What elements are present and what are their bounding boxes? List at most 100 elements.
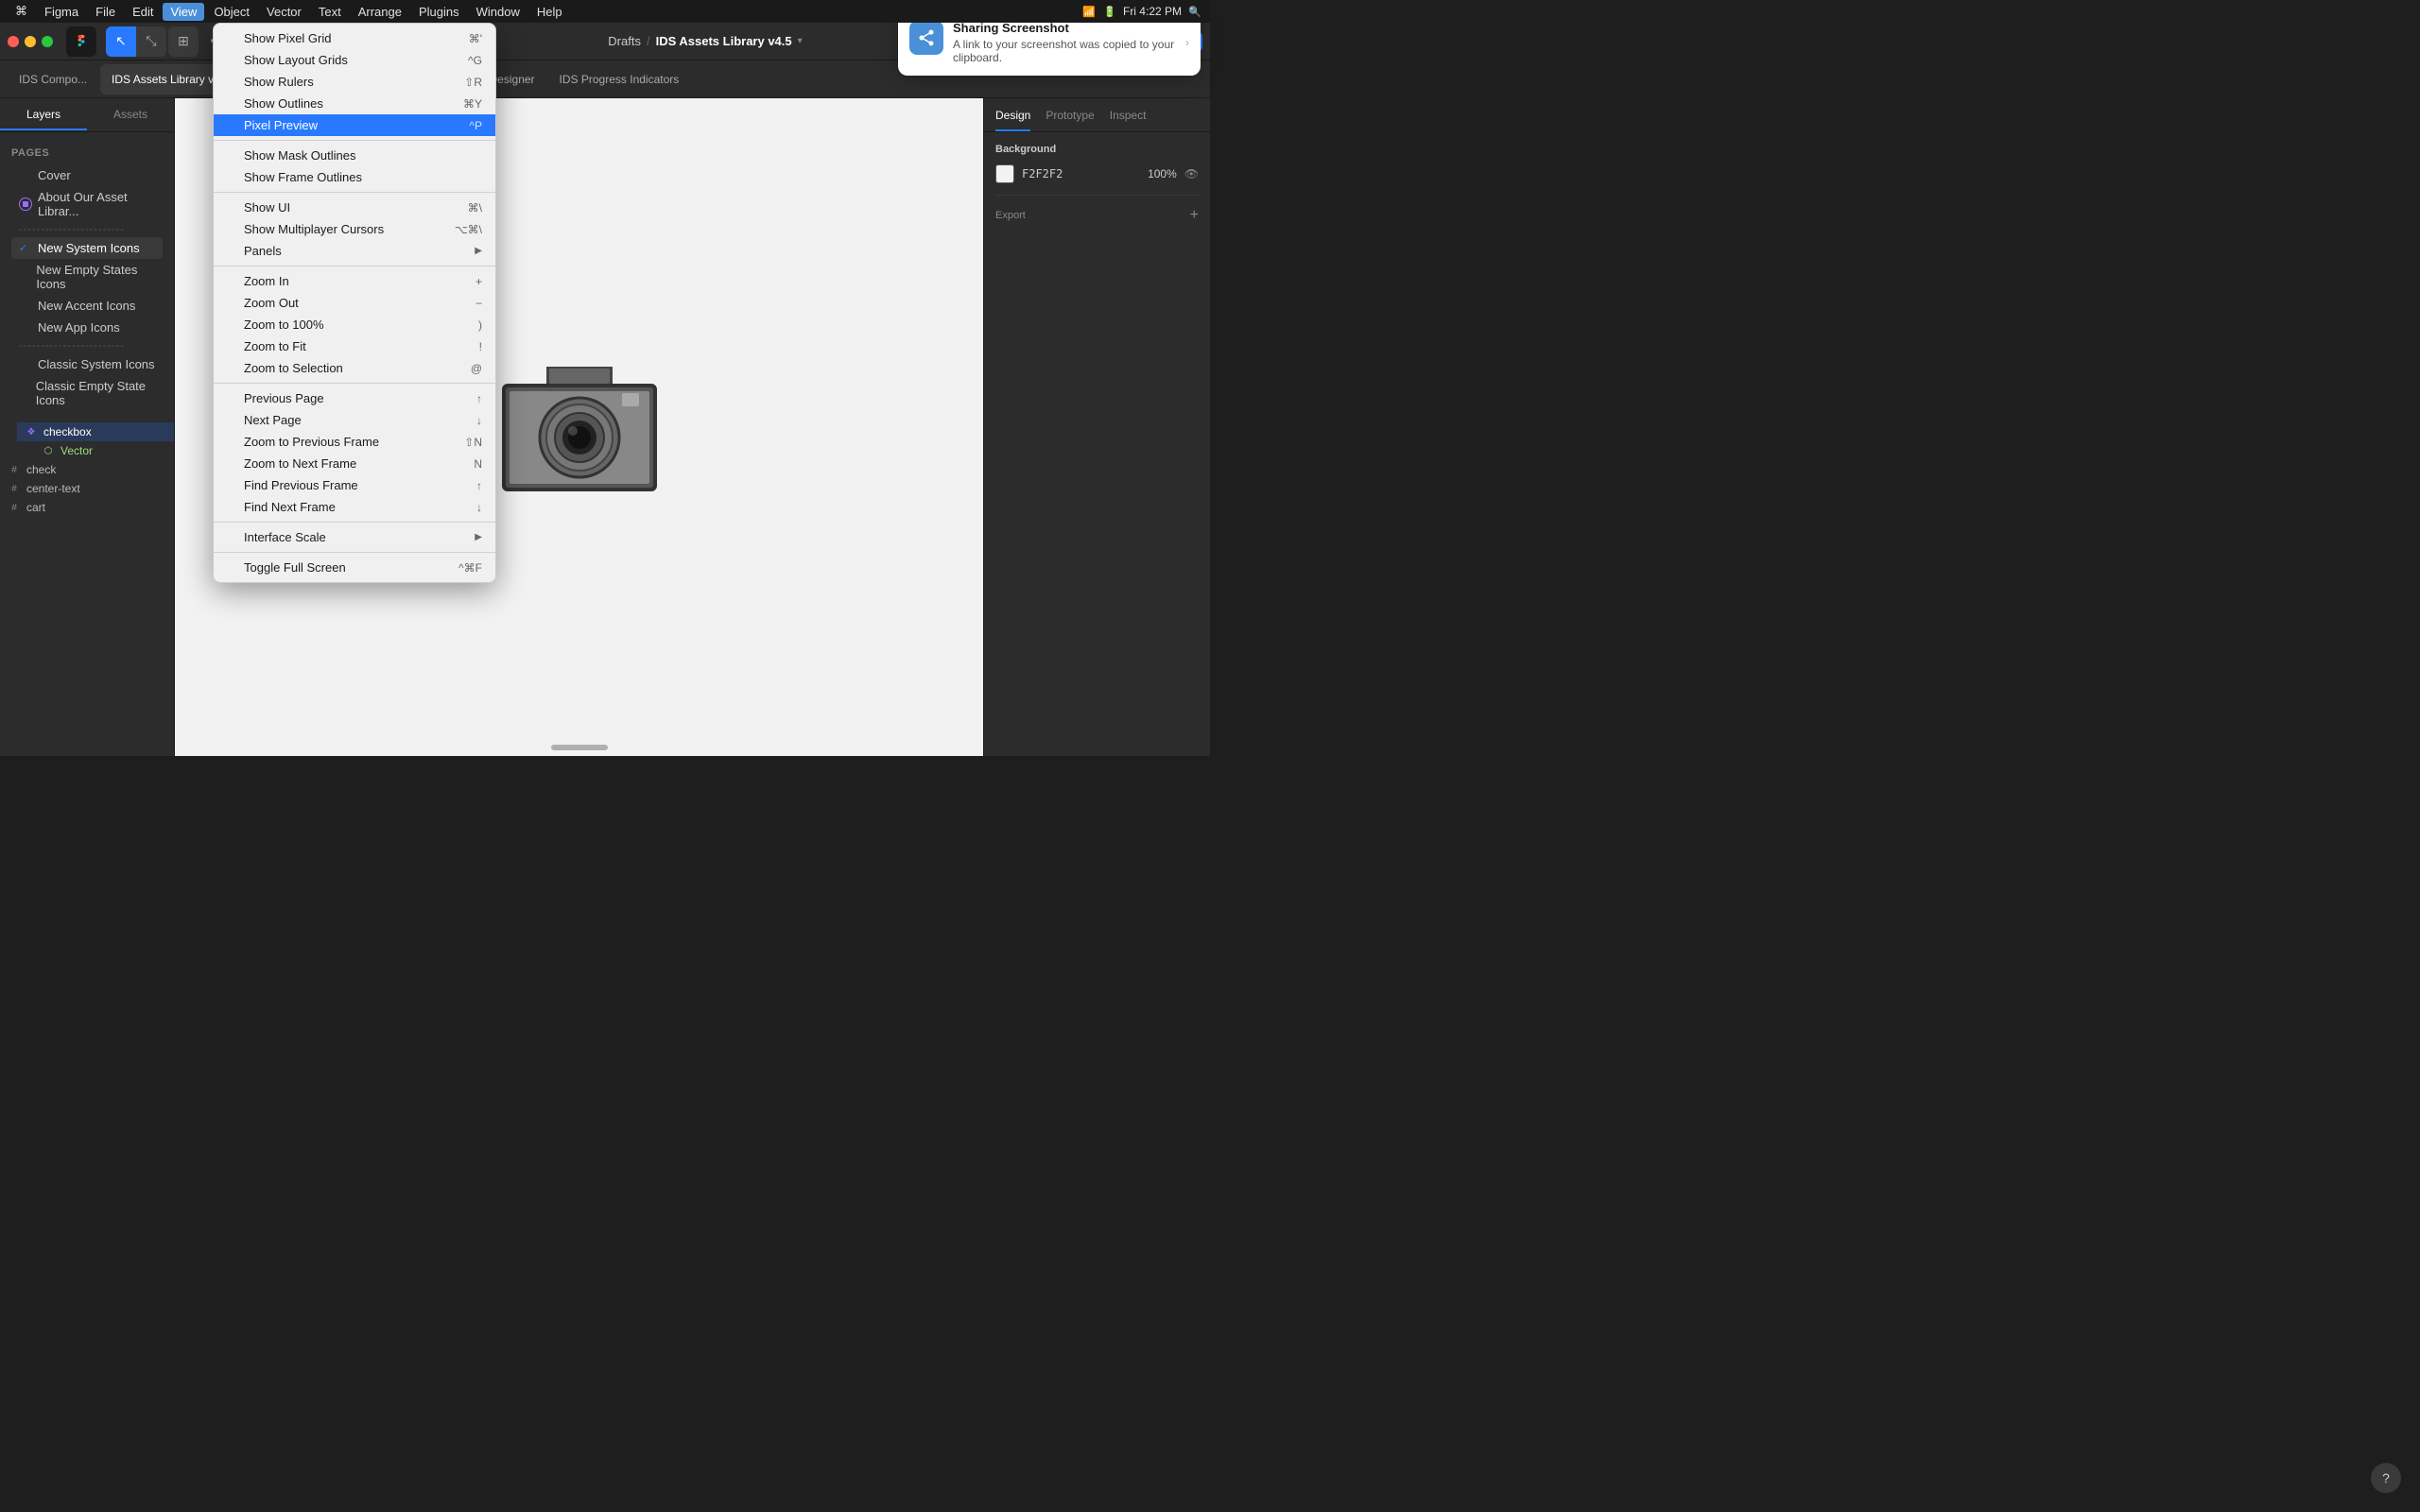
tab-ids-progress[interactable]: IDS Progress Indicators (548, 64, 691, 94)
menu-shortcut-zoom-next-frame: N (474, 457, 482, 471)
menu-section-grid: Show Pixel Grid ⌘' Show Layout Grids ^G … (214, 24, 495, 141)
layers-section: ❖ checkbox ⬡ Vector # check # center-tex… (0, 422, 174, 517)
menu-section-interface: Interface Scale ▶ (214, 523, 495, 553)
right-panel: Design Prototype Inspect Background F2F2… (983, 98, 1210, 756)
menu-object[interactable]: Object (206, 3, 257, 21)
page-app-icons[interactable]: New App Icons (11, 317, 163, 338)
menu-show-multiplayer-cursors[interactable]: Show Multiplayer Cursors ⌥⌘\ (214, 218, 495, 240)
menu-text[interactable]: Text (311, 3, 349, 21)
menu-zoom-next-frame[interactable]: Zoom to Next Frame N (214, 453, 495, 474)
menu-label-zoom-out: Zoom Out (244, 296, 472, 310)
layer-check[interactable]: # check (0, 460, 174, 479)
menu-help[interactable]: Help (529, 3, 570, 21)
page-classic-empty[interactable]: Classic Empty State Icons (11, 375, 163, 411)
menu-zoom-selection[interactable]: Zoom to Selection @ (214, 357, 495, 379)
menu-find-next-frame[interactable]: Find Next Frame ↓ (214, 496, 495, 518)
figma-logo-button[interactable] (66, 26, 96, 57)
canvas-scrollbar-horizontal[interactable] (551, 745, 608, 750)
background-row: F2F2F2 100% 👁 (995, 164, 1199, 183)
visibility-toggle-icon[interactable]: 👁 (1184, 167, 1199, 180)
pages-label: Pages (11, 147, 163, 159)
right-tab-design[interactable]: Design (995, 109, 1030, 131)
menu-shortcut-find-prev-frame: ↑ (476, 479, 482, 492)
breadcrumb-drafts: Drafts (608, 34, 641, 48)
menu-edit[interactable]: Edit (125, 3, 161, 21)
toast-icon (909, 21, 943, 55)
scale-tool-button[interactable]: ⤡ (136, 26, 166, 57)
menu-zoom-in[interactable]: Zoom In + (214, 270, 495, 292)
page-label-cover: Cover (38, 168, 71, 182)
menu-label-find-prev-frame: Find Previous Frame (244, 478, 473, 492)
breadcrumb-separator: / (647, 34, 650, 48)
menu-zoom-prev-frame[interactable]: Zoom to Previous Frame ⇧N (214, 431, 495, 453)
menu-find-prev-frame[interactable]: Find Previous Frame ↑ (214, 474, 495, 496)
layer-center-text[interactable]: # center-text (0, 479, 174, 498)
breadcrumb-chevron-icon[interactable]: ▾ (798, 36, 803, 46)
page-classic-system[interactable]: Classic System Icons (11, 353, 163, 375)
background-color-swatch[interactable] (995, 164, 1014, 183)
menu-pixel-preview[interactable]: Pixel Preview ^P (214, 114, 495, 136)
page-accent-icons[interactable]: New Accent Icons (11, 295, 163, 317)
window-close-button[interactable] (8, 36, 19, 47)
menu-view[interactable]: View (163, 3, 204, 21)
right-tab-inspect[interactable]: Inspect (1110, 109, 1147, 131)
menu-file[interactable]: File (88, 3, 123, 21)
menu-show-pixel-grid[interactable]: Show Pixel Grid ⌘' (214, 27, 495, 49)
page-empty-states[interactable]: New Empty States Icons (11, 259, 163, 295)
page-cover[interactable]: Cover (11, 164, 163, 186)
tab-layers[interactable]: Layers (0, 100, 87, 130)
layer-checkbox[interactable]: ❖ checkbox (17, 422, 174, 441)
menu-next-page[interactable]: Next Page ↓ (214, 409, 495, 431)
menu-label-zoom-fit: Zoom to Fit (244, 339, 475, 353)
menu-label-find-next-frame: Find Next Frame (244, 500, 473, 514)
layer-vector[interactable]: ⬡ Vector (34, 441, 174, 460)
menu-show-ui[interactable]: Show UI ⌘\ (214, 197, 495, 218)
menu-panels[interactable]: Panels ▶ (214, 240, 495, 262)
export-add-button[interactable]: + (1190, 207, 1199, 224)
menu-zoom-fit[interactable]: Zoom to Fit ! (214, 335, 495, 357)
menu-bar-left: ⌘ Figma File Edit View Object Vector Tex… (8, 3, 570, 21)
menu-label-show-ui: Show UI (244, 200, 464, 215)
toast-chevron-icon: › (1185, 36, 1189, 49)
search-menubar-icon[interactable]: 🔍 (1187, 4, 1202, 19)
menu-shortcut-find-next-frame: ↓ (476, 501, 482, 514)
menu-show-rulers[interactable]: Show Rulers ⇧R (214, 71, 495, 93)
menu-arrange[interactable]: Arrange (351, 3, 409, 21)
page-label-new-system-icons: New System Icons (38, 241, 140, 255)
menu-show-frame-outlines[interactable]: Show Frame Outlines (214, 166, 495, 188)
menu-toggle-fullscreen[interactable]: Toggle Full Screen ^⌘F (214, 557, 495, 578)
menu-zoom-out[interactable]: Zoom Out − (214, 292, 495, 314)
help-button[interactable]: ? (2371, 1463, 2401, 1493)
page-about[interactable]: About Our Asset Librar... (11, 186, 163, 222)
menu-label-pixel-preview: Pixel Preview (244, 118, 465, 132)
apple-logo[interactable]: ⌘ (8, 4, 35, 19)
right-tab-prototype[interactable]: Prototype (1046, 109, 1094, 131)
canvas-artwork (475, 338, 683, 513)
menu-shortcut-rulers: ⇧R (464, 76, 482, 89)
menu-interface-scale[interactable]: Interface Scale ▶ (214, 526, 495, 548)
menu-vector[interactable]: Vector (259, 3, 309, 21)
view-dropdown-menu[interactable]: Show Pixel Grid ⌘' Show Layout Grids ^G … (213, 23, 496, 583)
menu-show-mask-outlines[interactable]: Show Mask Outlines (214, 145, 495, 166)
layer-cart[interactable]: # cart (0, 498, 174, 517)
menu-zoom-100[interactable]: Zoom to 100% ) (214, 314, 495, 335)
page-new-system-icons[interactable]: ✓ New System Icons (11, 237, 163, 259)
menu-show-outlines[interactable]: Show Outlines ⌘Y (214, 93, 495, 114)
menu-bar-right: 📶 🔋 Fri 4:22 PM 🔍 (1081, 4, 1202, 19)
window-minimize-button[interactable] (25, 36, 36, 47)
menu-label-zoom-selection: Zoom to Selection (244, 361, 467, 375)
dropdown-overlay: Show Pixel Grid ⌘' Show Layout Grids ^G … (0, 0, 2420, 1512)
menu-label-zoom-100: Zoom to 100% (244, 318, 475, 332)
tab-ids-comp[interactable]: IDS Compo... (8, 64, 98, 94)
menu-window[interactable]: Window (469, 3, 527, 21)
tab-assets[interactable]: Assets (87, 100, 174, 130)
menu-label-frame-outlines: Show Frame Outlines (244, 170, 478, 184)
menu-previous-page[interactable]: Previous Page ↑ (214, 387, 495, 409)
frame-tool-button[interactable]: ⊞ (168, 26, 199, 57)
window-maximize-button[interactable] (42, 36, 53, 47)
menu-figma[interactable]: Figma (37, 3, 86, 21)
menu-plugins[interactable]: Plugins (411, 3, 467, 21)
menu-show-layout-grids[interactable]: Show Layout Grids ^G (214, 49, 495, 71)
breadcrumb: Drafts / IDS Assets Library v4.5 ▾ (608, 34, 802, 48)
select-tool-button[interactable]: ↖ (106, 26, 136, 57)
